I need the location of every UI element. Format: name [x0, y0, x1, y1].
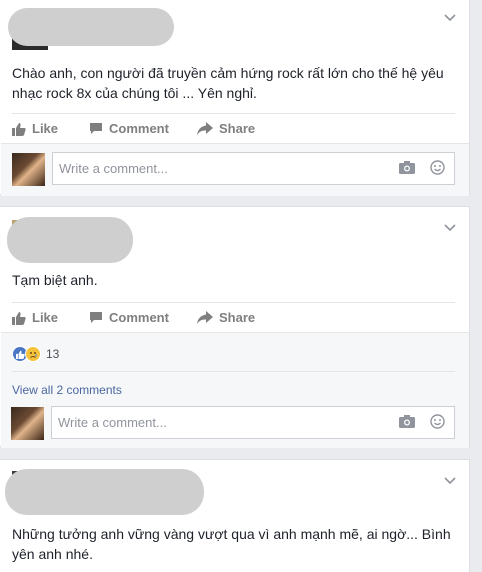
share-button[interactable]: Share: [197, 121, 255, 136]
post-actions: Like Comment Share: [12, 302, 455, 332]
post-card: Những tưởng anh vững vàng vượt qua vì an…: [0, 459, 470, 572]
reaction-count: 13: [46, 347, 60, 361]
current-user-avatar: [11, 407, 44, 440]
camera-icon[interactable]: [399, 415, 415, 428]
share-icon: [197, 311, 213, 324]
comment-label: Comment: [109, 121, 169, 136]
post-text: Tạm biệt anh.: [12, 272, 98, 288]
author-name-blurred[interactable]: [5, 469, 204, 515]
post-card: Chào anh, con người đã truyền cảm hứng r…: [0, 0, 470, 196]
post-text: Chào anh, con người đã truyền cảm hứng r…: [12, 65, 444, 101]
camera-icon[interactable]: [399, 161, 415, 174]
sad-reaction-icon: [25, 346, 41, 362]
like-icon: [12, 122, 26, 136]
author-name-blurred[interactable]: [7, 217, 133, 263]
share-icon: [197, 122, 213, 135]
smile-icon[interactable]: [430, 160, 445, 175]
comment-icon: [90, 312, 102, 323]
chevron-down-icon[interactable]: [443, 223, 457, 233]
divider: [12, 371, 455, 372]
post-card: Tạm biệt anh. Like Comment Share 13 View…: [0, 206, 470, 448]
comment-input[interactable]: Write a comment...: [52, 152, 455, 185]
current-user-avatar: [12, 153, 45, 186]
chevron-down-icon[interactable]: [443, 476, 457, 486]
share-button[interactable]: Share: [197, 310, 255, 325]
comment-button[interactable]: Comment: [89, 121, 197, 136]
chevron-down-icon[interactable]: [443, 13, 457, 23]
like-label: Like: [32, 310, 59, 325]
reaction-summary[interactable]: 13: [12, 346, 59, 362]
comment-label: Comment: [109, 310, 169, 325]
comment-input[interactable]: Write a comment...: [51, 406, 455, 439]
like-button[interactable]: Like: [12, 310, 89, 325]
share-label: Share: [219, 310, 256, 325]
share-label: Share: [219, 121, 256, 136]
comment-icon: [90, 123, 102, 134]
like-button[interactable]: Like: [12, 121, 89, 136]
comment-composer: Write a comment...: [11, 406, 455, 440]
like-label: Like: [32, 121, 59, 136]
view-all-comments-link[interactable]: View all 2 comments: [12, 383, 122, 397]
like-icon: [12, 311, 26, 325]
comment-button[interactable]: Comment: [89, 310, 197, 325]
comment-composer: Write a comment...: [12, 152, 455, 186]
comment-area: Write a comment...: [1, 143, 469, 196]
post-text: Những tưởng anh vững vàng vượt qua vì an…: [12, 526, 451, 562]
smile-icon[interactable]: [430, 414, 445, 429]
post-actions: Like Comment Share: [12, 113, 455, 143]
author-name-blurred[interactable]: [8, 8, 174, 46]
